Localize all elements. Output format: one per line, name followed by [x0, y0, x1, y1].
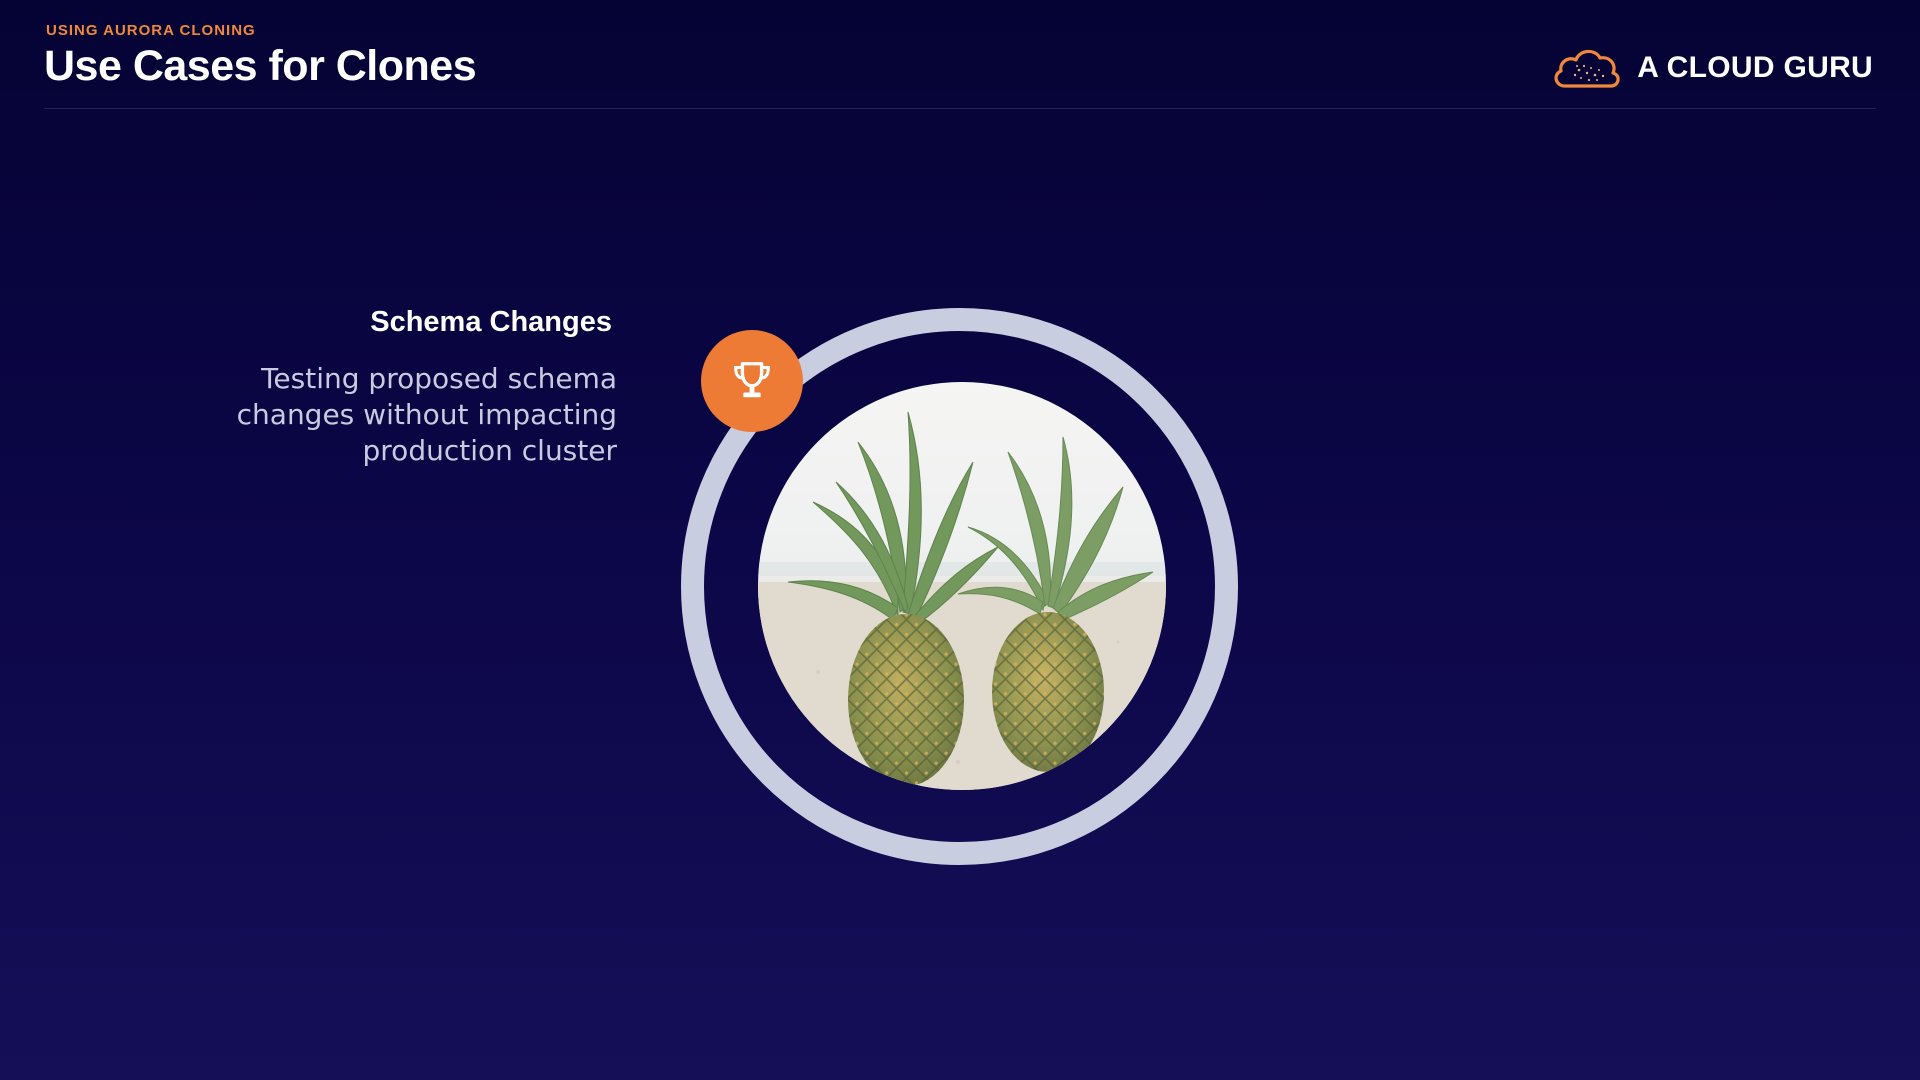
brand-name: A CLOUD GURU: [1637, 51, 1873, 84]
trophy-icon: [734, 362, 770, 398]
pineapple-photo: [758, 382, 1166, 790]
brand-logo: A CLOUD GURU: [1551, 44, 1873, 92]
section-label: USING AURORA CLONING: [46, 22, 256, 39]
feature-text-block: Schema Changes Testing proposed schema c…: [97, 306, 617, 469]
slide-header: USING AURORA CLONING Use Cases for Clone…: [44, 0, 1876, 109]
feature-title: Schema Changes: [370, 306, 612, 338]
feature-badge: [701, 330, 803, 432]
pineapples-image: [758, 382, 1166, 790]
cloud-logo-icon: [1554, 49, 1620, 88]
feature-description: Testing proposed schema changes without …: [236, 362, 617, 467]
page-title: Use Cases for Clones: [44, 42, 477, 90]
